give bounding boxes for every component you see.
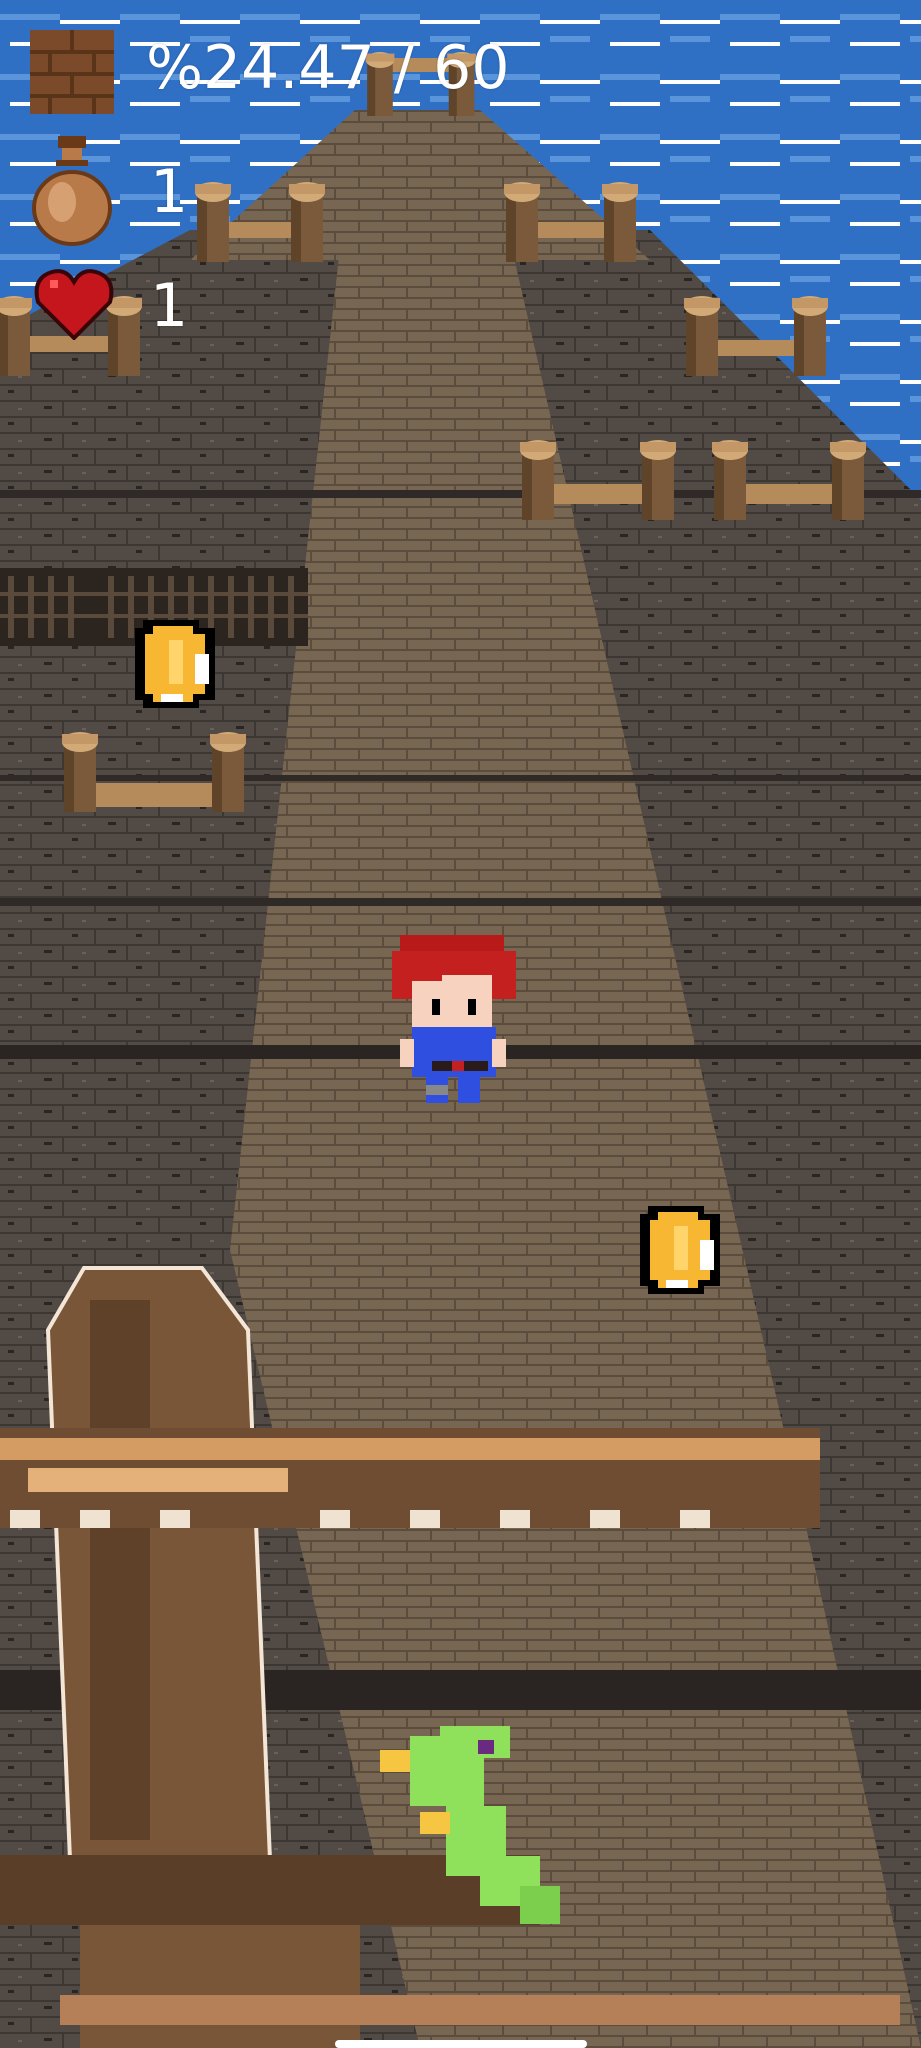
gold-coin [640, 1206, 720, 1294]
progress-text: %24.47 / 60 [146, 33, 510, 103]
gold-coin [135, 620, 215, 708]
game-screen: %24.47 / 60 1 1 [0, 0, 921, 2048]
home-indicator[interactable] [335, 2040, 587, 2048]
bag-count: 1 [150, 157, 189, 227]
heart-icon [34, 269, 114, 340]
brick-block-icon [30, 30, 114, 114]
lives-count: 1 [150, 271, 189, 341]
game-scene [0, 0, 921, 2048]
money-bag-icon [32, 136, 112, 246]
